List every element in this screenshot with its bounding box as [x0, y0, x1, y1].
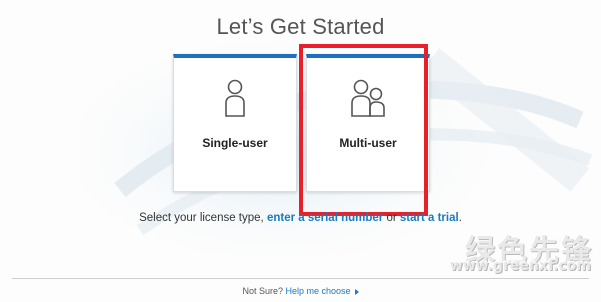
- single-user-card[interactable]: Single-user: [173, 54, 297, 192]
- multi-user-icon: [349, 78, 387, 123]
- enter-serial-link[interactable]: enter a serial number: [267, 212, 383, 224]
- not-sure-text: Not Sure?: [242, 286, 283, 296]
- watermark-url: www.greenxf.com: [449, 258, 591, 274]
- help-me-choose-label: Help me choose: [285, 286, 351, 296]
- multi-user-card[interactable]: Multi-user: [306, 54, 430, 192]
- single-user-label: Single-user: [202, 136, 268, 150]
- footer-divider: [12, 278, 589, 279]
- license-instruction: Select your license type, enter a serial…: [0, 212, 601, 224]
- help-me-choose-link[interactable]: Help me choose: [286, 286, 359, 296]
- instruction-middle: or: [383, 212, 400, 224]
- chevron-right-icon: [354, 288, 359, 295]
- footer: Not Sure? Help me choose: [0, 286, 601, 296]
- instruction-suffix: .: [458, 212, 462, 224]
- page-title: Let’s Get Started: [216, 14, 385, 39]
- instruction-prefix: Select your license type,: [139, 212, 267, 224]
- single-user-icon: [223, 78, 247, 123]
- start-trial-link[interactable]: start a trial: [400, 212, 459, 224]
- multi-user-label: Multi-user: [339, 136, 397, 150]
